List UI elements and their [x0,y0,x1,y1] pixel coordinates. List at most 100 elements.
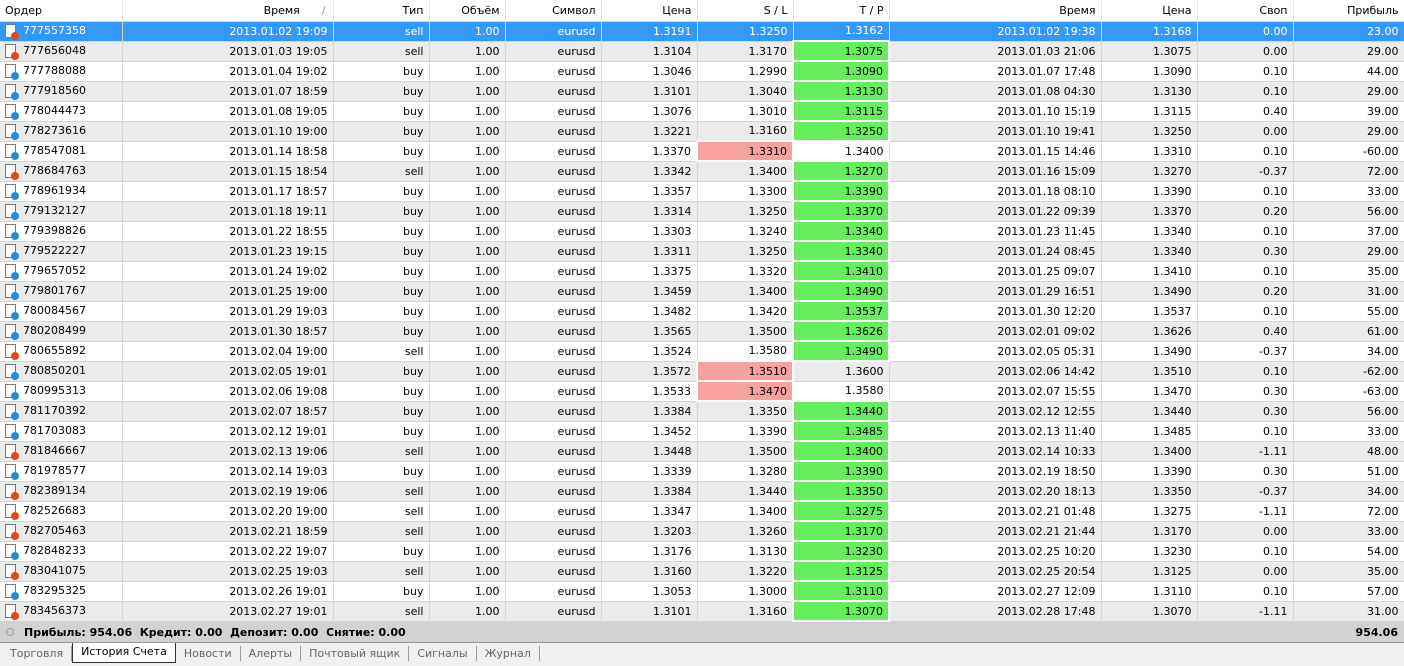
table-row[interactable]: 782848233 2013.02.22 19:07 buy 1.00 eurusd 1.… [0,540,1404,562]
cell-stop-loss: 1.3160 [697,121,794,142]
cell-symbol: eurusd [505,281,602,302]
column-header-type[interactable]: Тип [333,0,430,22]
cell-stop-loss: 1.3250 [697,201,794,222]
table-row[interactable]: 781978577 2013.02.14 19:03 buy 1.00 eurusd 1.… [0,460,1404,482]
cell-stop-loss: 1.3240 [697,221,794,242]
table-row[interactable]: 777788088 2013.01.04 19:02 buy 1.00 eurusd 1.… [0,60,1404,82]
status-icon [6,628,14,636]
cell-type: buy [333,121,430,142]
cell-close-price: 1.3075 [1101,41,1198,62]
cell-volume: 1.00 [429,441,506,462]
cell-symbol: eurusd [505,361,602,382]
table-row[interactable]: 781170392 2013.02.07 18:57 buy 1.00 eurusd 1.… [0,400,1404,422]
table-row[interactable]: 779522227 2013.01.23 19:15 buy 1.00 eurusd 1.… [0,240,1404,262]
table-row[interactable]: 778273616 2013.01.10 19:00 buy 1.00 eurusd 1.… [0,120,1404,142]
table-row[interactable]: 783456373 2013.02.27 19:01 sell 1.00 eurusd 1… [0,600,1404,622]
cell-profit: 56.00 [1293,401,1404,422]
column-header-open-time[interactable]: Время / [122,0,334,22]
cell-symbol: eurusd [505,601,602,622]
column-header-profit[interactable]: Прибыль [1293,0,1404,22]
cell-volume: 1.00 [429,61,506,82]
column-header-close-time[interactable]: Время [889,0,1102,22]
cell-symbol: eurusd [505,161,602,182]
table-row[interactable]: 781846667 2013.02.13 19:06 sell 1.00 eurusd 1… [0,440,1404,462]
cell-take-profit: 1.3370 [792,200,890,222]
cell-order: 779398826 [0,221,123,242]
cell-symbol: eurusd [505,81,602,102]
cell-profit: 54.00 [1293,541,1404,562]
table-row[interactable]: 778547081 2013.01.14 18:58 buy 1.00 eurusd 1.… [0,140,1404,162]
cell-open-time: 2013.01.24 19:02 [122,261,334,282]
cell-close-time: 2013.02.28 17:48 [889,601,1102,622]
cell-type: buy [333,461,430,482]
cell-order: 778273616 [0,121,123,142]
buy-order-icon [5,424,19,440]
cell-open-price: 1.3565 [601,321,698,342]
cell-close-price: 1.3310 [1101,141,1198,162]
table-row[interactable]: 780084567 2013.01.29 19:03 buy 1.00 eurusd 1.… [0,300,1404,322]
table-row[interactable]: 783295325 2013.02.26 19:01 buy 1.00 eurusd 1.… [0,580,1404,602]
cell-symbol: eurusd [505,221,602,242]
cell-take-profit: 1.3350 [792,480,890,502]
cell-open-price: 1.3160 [601,561,698,582]
cell-profit: 57.00 [1293,581,1404,602]
table-row[interactable]: 779398826 2013.01.22 18:55 buy 1.00 eurusd 1.… [0,220,1404,242]
cell-volume: 1.00 [429,281,506,302]
column-header-swap[interactable]: Своп [1197,0,1294,22]
cell-open-price: 1.3314 [601,201,698,222]
table-row[interactable]: 780995313 2013.02.06 19:08 buy 1.00 eurusd 1.… [0,380,1404,402]
cell-open-time: 2013.02.04 19:00 [122,341,334,362]
tab-5[interactable]: Сигналы [409,646,477,661]
column-header-order[interactable]: Ордер [0,0,123,22]
cell-order: 777656048 [0,41,123,62]
table-row[interactable]: 777557358 2013.01.02 19:09 sell 1.00 eurusd 1… [0,21,1404,42]
table-row[interactable]: 782389134 2013.02.19 19:06 sell 1.00 eurusd 1… [0,480,1404,502]
tab-6[interactable]: Журнал [477,646,540,661]
cell-volume: 1.00 [429,301,506,322]
table-row[interactable]: 779132127 2013.01.18 19:11 buy 1.00 eurusd 1.… [0,200,1404,222]
column-header-stop-loss[interactable]: S / L [697,0,794,22]
order-id: 780084567 [23,304,86,317]
cell-open-time: 2013.01.14 18:58 [122,141,334,162]
table-row[interactable]: 780208499 2013.01.30 18:57 buy 1.00 eurusd 1.… [0,320,1404,342]
column-header-take-profit[interactable]: T / P [793,0,890,22]
table-row[interactable]: 778684763 2013.01.15 18:54 sell 1.00 eurusd 1… [0,160,1404,182]
cell-open-price: 1.3533 [601,381,698,402]
column-header-volume[interactable]: Объём [429,0,506,22]
column-header-close-price[interactable]: Цена [1101,0,1198,22]
cell-close-price: 1.3250 [1101,121,1198,142]
table-row[interactable]: 779657052 2013.01.24 19:02 buy 1.00 eurusd 1.… [0,260,1404,282]
table-row[interactable]: 783041075 2013.02.25 19:03 sell 1.00 eurusd 1… [0,560,1404,582]
cell-volume: 1.00 [429,501,506,522]
cell-swap: 0.40 [1197,101,1294,122]
tab-0[interactable]: Торговля [2,646,73,661]
table-row[interactable]: 777918560 2013.01.07 18:59 buy 1.00 eurusd 1.… [0,80,1404,102]
cell-profit: -60.00 [1293,141,1404,162]
column-header-open-price[interactable]: Цена [601,0,698,22]
table-row[interactable]: 779801767 2013.01.25 19:00 buy 1.00 eurusd 1.… [0,280,1404,302]
cell-close-time: 2013.02.07 15:55 [889,381,1102,402]
table-row[interactable]: 778044473 2013.01.08 19:05 buy 1.00 eurusd 1.… [0,100,1404,122]
cell-stop-loss: 1.3220 [697,561,794,582]
cell-volume: 1.00 [429,541,506,562]
table-row[interactable]: 777656048 2013.01.03 19:05 sell 1.00 eurusd 1… [0,40,1404,62]
buy-order-icon [5,464,19,480]
buy-order-icon [5,404,19,420]
table-row[interactable]: 780850201 2013.02.05 19:01 buy 1.00 eurusd 1.… [0,360,1404,382]
order-id: 778684763 [23,164,86,177]
table-row[interactable]: 778961934 2013.01.17 18:57 buy 1.00 eurusd 1.… [0,180,1404,202]
table-row[interactable]: 780655892 2013.02.04 19:00 sell 1.00 eurusd 1… [0,340,1404,362]
order-id: 780208499 [23,324,86,337]
tab-1[interactable]: История Счета [72,643,176,663]
cell-open-time: 2013.02.07 18:57 [122,401,334,422]
tab-2[interactable]: Новости [176,646,241,661]
tab-4[interactable]: Почтовый ящик [301,646,410,661]
table-row[interactable]: 782705463 2013.02.21 18:59 sell 1.00 eurusd 1… [0,520,1404,542]
column-header-symbol[interactable]: Символ [505,0,602,22]
tab-3[interactable]: Алерты [241,646,302,661]
table-row[interactable]: 781703083 2013.02.12 19:01 buy 1.00 eurusd 1.… [0,420,1404,442]
cell-type: sell [333,481,430,502]
cell-type: sell [333,501,430,522]
cell-take-profit: 1.3340 [792,240,890,262]
table-row[interactable]: 782526683 2013.02.20 19:00 sell 1.00 eurusd 1… [0,500,1404,522]
